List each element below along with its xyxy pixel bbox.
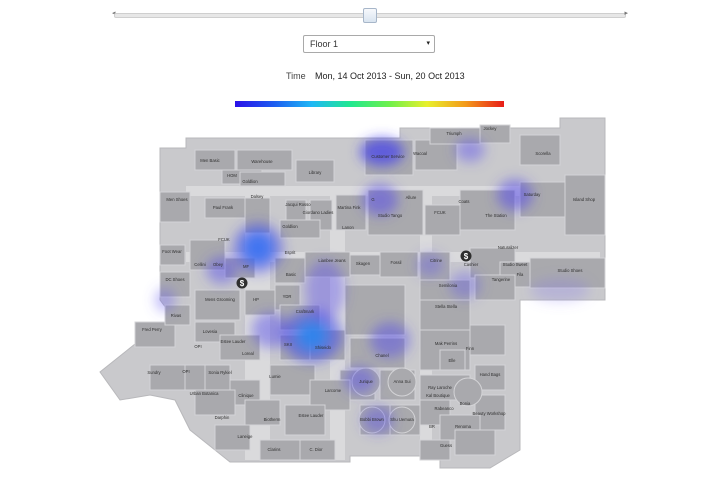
store-label: Fred Perry [142,327,163,332]
store-label: Coats [459,199,470,204]
store-label: OPI [182,369,189,374]
store-label: Renoma [455,424,471,429]
store-label: Goldlion [242,179,258,184]
store-label: Semilonia [439,283,458,288]
store-label: Fila [517,272,524,277]
store-label: Customer Service [371,154,405,159]
floor-map: Men Basic Warehouse HOM Goldlion Library Cust… [99,117,606,469]
store-label: Lumie [269,374,281,379]
store-label: Chanel [375,353,388,358]
store-label: Obey [213,262,224,267]
store-label: Island Shop [573,197,596,202]
store-label: Larcome [325,388,342,393]
store-label: Dalsey [251,194,265,199]
store-label: Biotherm [264,417,281,422]
store-label: Estee Lauder [299,413,325,418]
store-label: Lianbee Jeans [318,258,345,263]
store-label: Mens Grooming [205,297,235,302]
store-label: Bobbi Brown [360,417,384,422]
store-label: Guess [440,443,452,448]
store-label: Laneige [238,434,254,439]
store-label: Martina Fink [337,205,361,210]
store-label: Men Basic [200,158,220,163]
store-label: Studio Sweet [503,262,529,267]
svg-text:$: $ [240,279,245,288]
store-label: Scorella [535,151,551,156]
store-label: Beauty Workshop [473,411,507,416]
store-label: Kal Boutique [426,393,450,398]
store-label: HOM [227,173,237,178]
store-label: Ray Laroche [428,385,452,390]
store-label: Saturday [524,192,542,197]
store-label: Basic [286,272,296,277]
store-label: Cellini [194,262,205,267]
store-label: Cashier [464,262,479,267]
store-label: Hand Bags [480,372,501,377]
store-label: Studio Shoes [558,268,583,273]
store-label: FCUK [434,210,446,215]
store-label: Sonia Rykiel [208,370,231,375]
store-label: Jacqui Rosso [285,202,311,207]
store-label: Allure [406,195,417,200]
store-label: MF [243,264,249,269]
store-label: BR [429,424,435,429]
store-label: Citrine [430,258,443,263]
store-label: Library [309,170,323,175]
store-label: Jurique [359,379,373,384]
store-label: Men Shoes [166,197,187,202]
store-label: Lanon [342,225,354,230]
store-label: The Station [485,213,507,218]
store-label: Wacoal [413,151,427,156]
store-label: Rivas [171,313,181,318]
cashier-icon: $ [460,250,472,262]
store-label: HP [253,297,259,302]
store-label: Clinique [238,393,254,398]
store-label: Rabeanco [434,406,454,411]
store-label: Stella Stella [435,304,458,309]
store-label: Tangerine [492,277,511,282]
store-label: Mak Perrins [435,341,457,346]
store-label: Estee Lauder [221,339,247,344]
store-label: C. Dior [309,447,323,452]
store-label: Shu Uemura [390,417,414,422]
store-label: SKII [284,342,292,347]
store-label: Giordano Ladies [303,210,334,215]
store-label: Darphin [215,415,230,420]
store-label: Shiseido [315,345,332,350]
store-label: OPI [194,344,201,349]
store-label: Clarins [267,447,280,452]
store-label: DC Shoes [165,277,184,282]
store-label: Bonia [460,401,471,406]
store-label: Fossil [391,260,402,265]
store-label: FCUK [218,237,230,242]
store-label: Warehouse [251,159,273,164]
store-label: Paul Frank [213,205,234,210]
store-label: Craftmark [296,309,315,314]
store-label: Studio Tango [378,213,403,218]
store-label: Finn [466,346,475,351]
svg-text:$: $ [464,252,469,261]
store-label: G [371,197,374,202]
store-label: Urban Botanica [190,391,220,396]
store-label: Triumph [446,131,462,136]
store-label: Lovesia [203,329,218,334]
store-label: Naturalizer [498,245,519,250]
store-label: Anna Sui [394,379,411,384]
store-label: YDR [283,294,292,299]
store-label: Skagen [356,261,371,266]
store-label: Esprit [285,250,297,255]
store-label: Sundry [147,370,161,375]
store-label: Foot Wear [162,249,182,254]
cashier-icon: $ [236,277,248,289]
store-label: Elle [449,358,457,363]
store-label: Goldlion [282,224,298,229]
store-label: Jockey [483,126,497,131]
store-label: Loreal [242,351,254,356]
